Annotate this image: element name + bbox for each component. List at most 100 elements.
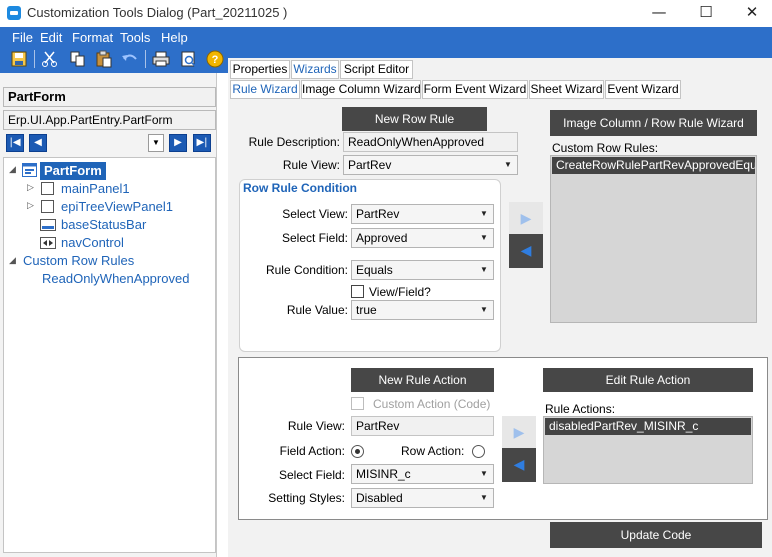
field-action-radio[interactable]: [351, 445, 364, 458]
menu-format[interactable]: Format: [72, 30, 113, 45]
undo-icon[interactable]: [120, 50, 140, 68]
tree-node-navcontrol[interactable]: navControl: [61, 235, 124, 250]
update-code-button[interactable]: Update Code: [550, 522, 762, 548]
chevron-down-icon: ▼: [480, 265, 488, 274]
arrow-right-icon: ▶: [520, 211, 532, 227]
tree-node-custom-row-rules[interactable]: Custom Row Rules: [23, 253, 134, 268]
last-icon: ▶|: [196, 137, 208, 148]
select-field-value: Approved: [356, 231, 408, 245]
expand-arrow-icon[interactable]: ▷: [27, 201, 34, 211]
menu-tools[interactable]: Tools: [120, 30, 150, 45]
nav-dropdown-button[interactable]: ▼: [148, 134, 164, 152]
status-bar-icon: [40, 219, 56, 234]
list-item[interactable]: CreateRowRulePartRevApprovedEqu...: [552, 157, 755, 174]
rule-value-label: Rule Value:: [286, 303, 348, 317]
tab-properties[interactable]: Properties: [230, 60, 290, 79]
remove-action-button[interactable]: ◀: [502, 448, 536, 482]
arrow-left-icon: ◀: [513, 457, 525, 473]
rule-view-label: Rule View:: [282, 158, 340, 172]
rule-condition-value: Equals: [356, 263, 393, 277]
tree-node-mainpanel1[interactable]: mainPanel1: [61, 181, 130, 196]
subtab-event-wizard[interactable]: Event Wizard: [605, 80, 681, 99]
tab-script-editor[interactable]: Script Editor: [340, 60, 413, 79]
action-select-field-label: Select Field:: [278, 468, 345, 482]
chevron-down-icon: ▼: [480, 493, 488, 502]
row-action-radio[interactable]: [472, 445, 485, 458]
custom-row-rules-label: Custom Row Rules:: [552, 141, 659, 155]
nav-next-button[interactable]: ▶: [169, 134, 187, 152]
close-button[interactable]: ✕: [729, 0, 772, 27]
help-icon[interactable]: ?: [205, 50, 225, 68]
select-field-combo[interactable]: Approved ▼: [351, 228, 494, 248]
rule-actions-list[interactable]: disabledPartRev_MISINR_c: [543, 416, 753, 484]
window-title: Customization Tools Dialog (Part_2021102…: [27, 5, 288, 20]
minimize-button[interactable]: —: [636, 0, 682, 27]
print-preview-icon[interactable]: [179, 50, 199, 68]
nav-first-button[interactable]: |◀: [6, 134, 24, 152]
subtab-form-event-wizard[interactable]: Form Event Wizard: [422, 80, 528, 99]
menu-help[interactable]: Help: [161, 30, 188, 45]
tree-node-basestatusbar[interactable]: baseStatusBar: [61, 217, 146, 232]
remove-condition-button[interactable]: ◀: [509, 234, 543, 268]
copy-icon[interactable]: [68, 50, 88, 68]
rule-view-select[interactable]: PartRev ▼: [343, 155, 518, 175]
toolbar-separator: [145, 50, 146, 68]
rule-condition-combo[interactable]: Equals ▼: [351, 260, 494, 280]
save-icon[interactable]: [9, 50, 29, 68]
panel-icon: [41, 200, 54, 213]
custom-action-label: Custom Action (Code): [373, 397, 491, 411]
subtab-rule-wizard[interactable]: Rule Wizard: [230, 80, 300, 99]
tree-node-rule[interactable]: ReadOnlyWhenApproved: [42, 271, 189, 286]
list-item[interactable]: disabledPartRev_MISINR_c: [545, 418, 751, 435]
collapse-arrow-icon[interactable]: ◢: [9, 256, 16, 266]
action-rule-view-field[interactable]: PartRev: [351, 416, 494, 436]
select-field-label: Select Field:: [281, 231, 348, 245]
new-rule-action-button[interactable]: New Rule Action: [351, 368, 494, 392]
cut-icon[interactable]: [40, 50, 60, 68]
svg-text:?: ?: [212, 54, 219, 66]
edit-rule-action-button[interactable]: Edit Rule Action: [543, 368, 753, 392]
paste-icon[interactable]: [94, 50, 114, 68]
collapse-arrow-icon[interactable]: ◢: [9, 165, 16, 175]
form-path-field: Erp.UI.App.PartEntry.PartForm: [3, 110, 216, 130]
menu-edit[interactable]: Edit: [40, 30, 62, 45]
setting-styles-value: Disabled: [356, 491, 403, 505]
new-row-rule-button[interactable]: New Row Rule: [342, 107, 487, 131]
custom-row-rules-list[interactable]: CreateRowRulePartRevApprovedEqu...: [550, 155, 757, 323]
nav-prev-button[interactable]: ◀: [29, 134, 47, 152]
print-icon[interactable]: [151, 50, 171, 68]
form-name-field: PartForm: [3, 87, 216, 107]
subtab-sheet-wizard[interactable]: Sheet Wizard: [529, 80, 604, 99]
add-condition-button[interactable]: ▶: [509, 202, 543, 236]
expand-arrow-icon[interactable]: ▷: [27, 183, 34, 193]
nav-control-icon: [40, 237, 56, 252]
nav-last-button[interactable]: ▶|: [193, 134, 211, 152]
select-view-combo[interactable]: PartRev ▼: [351, 204, 494, 224]
row-action-label: Row Action:: [401, 444, 465, 458]
rule-view-value: PartRev: [348, 158, 392, 172]
view-field-checkbox[interactable]: [351, 285, 364, 298]
action-select-field-combo[interactable]: MISINR_c ▼: [351, 464, 494, 484]
rule-value-combo[interactable]: true ▼: [351, 300, 494, 320]
add-action-button[interactable]: ▶: [502, 416, 536, 450]
tree-node-partform[interactable]: PartForm: [40, 162, 106, 180]
setting-styles-label: Setting Styles:: [268, 491, 345, 505]
field-action-label: Field Action:: [279, 444, 345, 458]
rule-value-value: true: [356, 303, 377, 317]
select-view-label: Select View:: [282, 207, 348, 221]
setting-styles-combo[interactable]: Disabled ▼: [351, 488, 494, 508]
row-rule-condition-title: Row Rule Condition: [243, 181, 357, 195]
radio-selected-dot: [355, 449, 360, 454]
custom-action-checkbox[interactable]: [351, 397, 364, 410]
rule-description-label: Rule Description:: [248, 135, 340, 149]
prev-icon: ◀: [34, 137, 42, 148]
form-icon: [22, 163, 37, 180]
tab-wizards[interactable]: Wizards: [291, 60, 339, 79]
tree-node-epitreeviewpanel1[interactable]: epiTreeViewPanel1: [61, 199, 173, 214]
rule-description-field[interactable]: ReadOnlyWhenApproved: [343, 132, 518, 152]
image-column-row-rule-wizard-button[interactable]: Image Column / Row Rule Wizard: [550, 110, 757, 136]
menu-file[interactable]: File: [12, 30, 33, 45]
chevron-down-icon: ▼: [480, 233, 488, 242]
subtab-image-column-wizard[interactable]: Image Column Wizard: [301, 80, 421, 99]
maximize-button[interactable]: ☐: [683, 0, 729, 27]
